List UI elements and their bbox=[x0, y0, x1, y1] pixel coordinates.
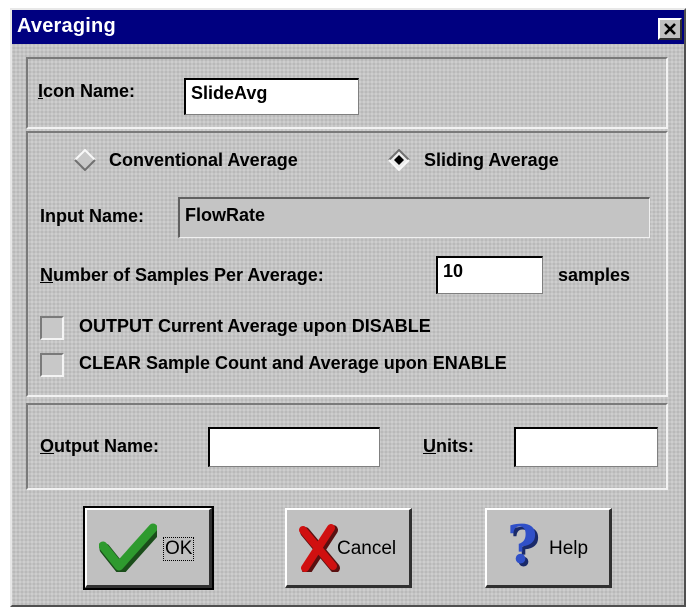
checkbox-output-on-disable-label: OUTPUT Current Average upon DISABLE bbox=[79, 316, 431, 336]
radio-unselected-icon bbox=[74, 149, 96, 171]
units-field[interactable] bbox=[514, 427, 658, 467]
close-button[interactable] bbox=[658, 18, 682, 40]
title-bar[interactable]: Averaging bbox=[12, 10, 684, 44]
output-name-field[interactable] bbox=[208, 427, 380, 467]
checkbox-clear-on-enable-label: CLEAR Sample Count and Average upon ENAB… bbox=[79, 353, 507, 373]
samples-label: Number of Samples Per Average: bbox=[40, 265, 324, 285]
icon-name-field[interactable]: SlideAvg bbox=[184, 78, 359, 115]
icon-name-group: Icon Name: SlideAvg bbox=[26, 57, 668, 129]
question-mark-icon: ? ? bbox=[507, 520, 540, 576]
parameters-group: Conventional Average Sliding Average Inp… bbox=[26, 131, 668, 397]
checkbox-output-on-disable-box bbox=[40, 316, 64, 340]
units-label: Units: bbox=[423, 436, 474, 456]
cancel-button-label: Cancel bbox=[337, 538, 397, 559]
cancel-button[interactable]: Cancel bbox=[285, 508, 412, 588]
radio-conventional-label: Conventional Average bbox=[109, 150, 298, 170]
checkbox-clear-on-enable-box bbox=[40, 353, 64, 377]
radio-sliding-label: Sliding Average bbox=[424, 150, 559, 170]
ok-button[interactable]: OK bbox=[83, 506, 214, 590]
help-button-label: Help bbox=[549, 538, 589, 559]
help-button[interactable]: ? ? Help bbox=[485, 508, 612, 588]
x-icon bbox=[299, 524, 340, 572]
output-group: Output Name: Units: bbox=[26, 403, 668, 490]
radio-selected-icon bbox=[388, 149, 410, 171]
ok-button-label: OK bbox=[163, 537, 195, 561]
averaging-dialog: Averaging Icon Name: SlideAvg Convention… bbox=[10, 8, 686, 607]
icon-name-label: Icon Name: bbox=[38, 81, 136, 101]
samples-unit-label: samples bbox=[558, 265, 631, 285]
window-title: Averaging bbox=[17, 15, 116, 37]
checkmark-icon bbox=[99, 523, 157, 572]
input-name-label: Input Name: bbox=[40, 206, 145, 226]
output-name-label: Output Name: bbox=[40, 436, 160, 456]
samples-field[interactable]: 10 bbox=[436, 256, 543, 294]
input-name-field: FlowRate bbox=[178, 197, 650, 238]
svg-text:?: ? bbox=[507, 520, 537, 576]
close-icon bbox=[664, 23, 676, 35]
